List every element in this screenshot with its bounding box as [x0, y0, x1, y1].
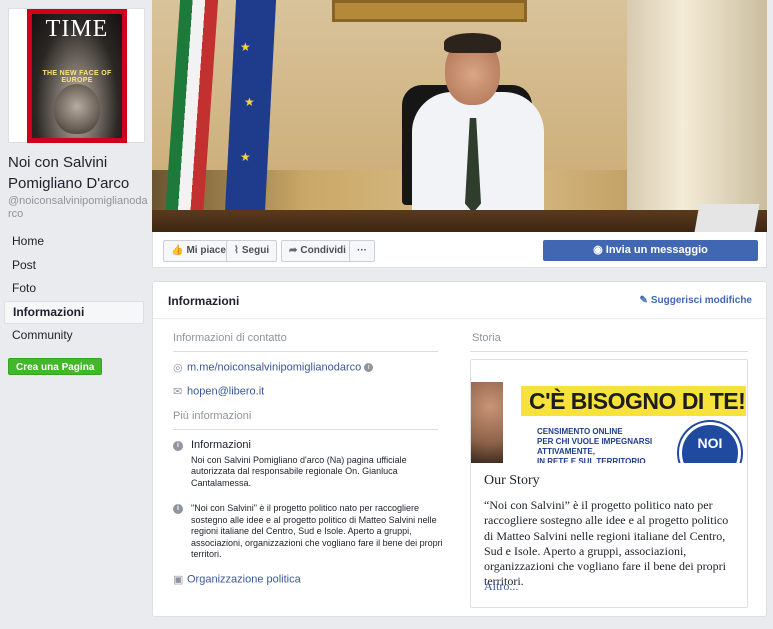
- nav-item-community[interactable]: Community: [4, 324, 144, 347]
- send-message-label: Invia un messaggio: [605, 244, 708, 256]
- messenger-row: ◎ m.me/noiconsalvinipomiglianodarco i: [173, 361, 374, 374]
- noi-logo: NOI: [679, 422, 741, 463]
- time-logo: TIME: [45, 16, 109, 42]
- share-icon: ➦: [289, 245, 298, 256]
- email-icon: ✉: [173, 386, 183, 398]
- create-page-button[interactable]: Crea una Pagina: [8, 358, 103, 375]
- suggest-edits-link[interactable]: ✎ Suggerisci modifiche: [639, 295, 752, 306]
- story-image: C'È BISOGNO DI TE! CENSIMENTO ONLINE PER…: [471, 360, 747, 463]
- page-name[interactable]: Noi con Salvini Pomigliano D'arco: [8, 152, 148, 194]
- info-icon: i: [173, 441, 183, 451]
- messenger-link[interactable]: m.me/noiconsalvinipomiglianodarco: [187, 361, 361, 373]
- like-icon: 👍: [171, 245, 184, 256]
- messenger-icon: ◎: [173, 362, 183, 374]
- share-button[interactable]: ➦ Condividi: [281, 240, 354, 262]
- noi-logo-text: NOI: [697, 435, 723, 451]
- rss-icon: ⌇: [234, 245, 239, 256]
- story-heading: Storia: [472, 332, 501, 344]
- about-title: Informazioni: [168, 294, 240, 308]
- follow-button[interactable]: ⌇ Segui: [226, 240, 278, 262]
- contact-heading: Informazioni di contatto: [173, 332, 287, 344]
- story-card[interactable]: C'È BISOGNO DI TE! CENSIMENTO ONLINE PER…: [470, 359, 748, 608]
- nav-item-foto[interactable]: Foto: [4, 277, 144, 300]
- divider: [470, 351, 748, 352]
- cover-curtain: [627, 0, 767, 232]
- page-handle[interactable]: @noiconsalvinipomiglianodarco: [8, 195, 150, 221]
- email-link[interactable]: hopen@libero.it: [187, 385, 264, 397]
- story-image-headline: C'È BISOGNO DI TE!: [529, 388, 746, 414]
- share-label: Condividi: [300, 245, 346, 256]
- description-block: i "Noi con Salvini" è il progetto politi…: [173, 503, 443, 561]
- category-row: ▣ Organizzazione politica: [173, 573, 301, 586]
- eu-star-icon: ★: [240, 150, 251, 164]
- follow-label: Segui: [241, 245, 270, 256]
- about-text: Noi con Salvini Pomigliano d'arco (Na) p…: [191, 454, 407, 488]
- divider: [153, 318, 766, 319]
- nav-item-home[interactable]: Home: [4, 230, 144, 253]
- page-action-bar: 👍 Mi piace ⌇ Segui ➦ Condividi ··· ◉ Invia …: [152, 232, 767, 268]
- like-button[interactable]: 👍 Mi piace: [163, 240, 234, 262]
- more-options-button[interactable]: ···: [349, 240, 375, 262]
- keyboard: [694, 204, 760, 232]
- desk: [152, 210, 767, 232]
- cover-picture-frame: [332, 0, 527, 22]
- cover-photo[interactable]: ★ ★ ★: [152, 0, 767, 232]
- nav-item-post[interactable]: Post: [4, 254, 144, 277]
- divider: [173, 351, 438, 352]
- left-column: TIME THE NEW FACE OF EUROPE Noi con Salv…: [0, 0, 150, 629]
- info-icon: i: [173, 504, 183, 514]
- category-link[interactable]: Organizzazione politica: [187, 573, 301, 585]
- time-magazine-cover: TIME THE NEW FACE OF EUROPE: [27, 9, 127, 143]
- eu-star-icon: ★: [244, 95, 255, 109]
- send-message-button[interactable]: ◉ Invia un messaggio: [543, 240, 758, 261]
- more-info-heading: Più informazioni: [173, 410, 252, 422]
- eu-star-icon: ★: [240, 40, 251, 54]
- person-hair: [444, 33, 501, 53]
- email-row: ✉ hopen@libero.it: [173, 385, 264, 398]
- story-more-link[interactable]: Altro...: [484, 579, 518, 594]
- category-icon: ▣: [173, 574, 184, 586]
- like-label: Mi piace: [186, 245, 226, 256]
- nav-item-informazioni[interactable]: Informazioni: [4, 300, 144, 324]
- profile-picture[interactable]: TIME THE NEW FACE OF EUROPE: [8, 8, 145, 143]
- info-icon: i: [364, 363, 374, 372]
- story-text: “Noi con Salvini” è il progetto politico…: [484, 498, 729, 589]
- story-image-person: [471, 382, 503, 463]
- pencil-icon: ✎: [639, 295, 648, 306]
- divider: [173, 429, 438, 430]
- messenger-icon: ◉: [593, 244, 606, 256]
- story-title: Our Story: [484, 473, 540, 488]
- about-card: Informazioni ✎ Suggerisci modifiche Infor…: [152, 281, 767, 617]
- portrait-face: [54, 84, 100, 134]
- about-block: i Informazioni Noi con Salvini Pomiglian…: [173, 439, 443, 489]
- time-subtitle: THE NEW FACE OF EUROPE: [42, 70, 112, 84]
- page-nav: Home Post Foto Informazioni Community: [4, 230, 144, 348]
- description-text: "Noi con Salvini" è il progetto politico…: [191, 503, 443, 559]
- about-label: Informazioni: [191, 439, 251, 451]
- story-image-subtext: CENSIMENTO ONLINE PER CHI VUOLE IMPEGNAR…: [537, 427, 653, 463]
- suggest-edits-label: Suggerisci modifiche: [650, 295, 752, 306]
